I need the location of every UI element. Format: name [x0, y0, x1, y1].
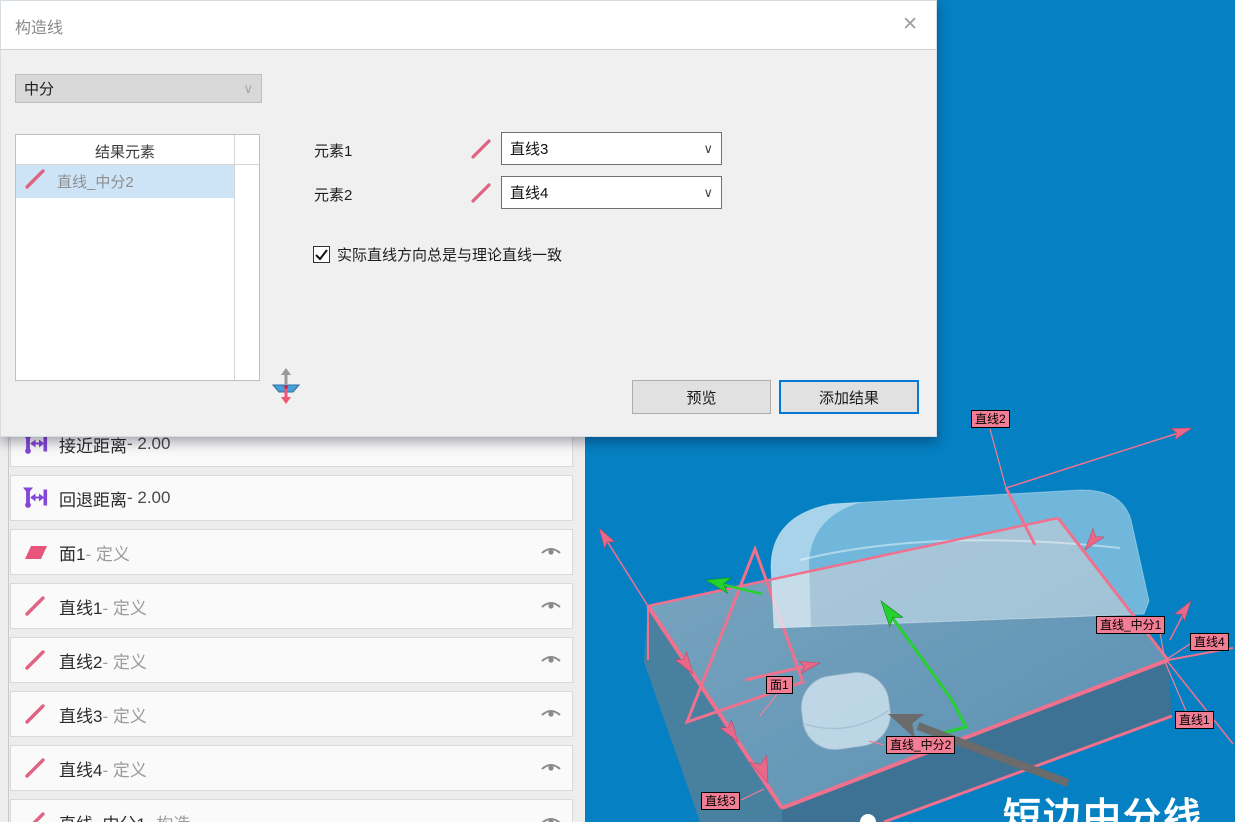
- feature-tag-label[interactable]: 直线1: [1175, 711, 1214, 729]
- element2-label: 元素2: [314, 184, 352, 205]
- feature-row[interactable]: 直线2 - 定义: [10, 637, 573, 683]
- result-list[interactable]: 结果元素 直线_中分2: [15, 134, 260, 381]
- retract-distance-icon: [23, 487, 49, 509]
- feature-name: 直线3: [59, 702, 102, 727]
- element1-label: 元素1: [314, 140, 352, 161]
- feature-name: 回退距离: [59, 486, 127, 511]
- result-list-header-label: 结果元素: [16, 141, 234, 162]
- eye-icon[interactable]: [540, 706, 562, 722]
- element2-dropdown[interactable]: 直线4 ∨: [501, 176, 722, 209]
- feature-tag-label[interactable]: 直线3: [701, 792, 740, 810]
- result-list-item[interactable]: 直线_中分2: [16, 165, 234, 198]
- feature-name: 直线4: [59, 756, 102, 781]
- feature-suffix: - 2.00: [127, 488, 170, 508]
- feature-tag-label[interactable]: 直线4: [1190, 633, 1229, 651]
- feature-suffix: - 构造: [146, 810, 190, 822]
- chevron-down-icon: ∨: [703, 185, 713, 201]
- feature-tag-label[interactable]: 直线_中分1: [1096, 616, 1165, 634]
- feature-tag-label[interactable]: 直线2: [971, 410, 1010, 428]
- chevron-down-icon: ∨: [703, 141, 713, 157]
- result-item-label: 直线_中分2: [57, 171, 134, 192]
- flip-direction-icon[interactable]: [270, 367, 302, 405]
- app-window: 接近距离 - 2.00回退距离 - 2.00面1 - 定义直线1 - 定义直线2…: [0, 0, 1235, 822]
- dialog-title: 构造线: [15, 14, 63, 38]
- element2-value: 直线4: [510, 182, 548, 203]
- feature-suffix: - 定义: [85, 540, 129, 565]
- check-icon: [315, 248, 328, 261]
- result-list-header: 结果元素: [16, 135, 259, 165]
- close-icon[interactable]: ✕: [902, 13, 918, 36]
- feature-row[interactable]: 直线1 - 定义: [10, 583, 573, 629]
- feature-suffix: - 定义: [102, 594, 146, 619]
- method-dropdown-value: 中分: [24, 78, 54, 99]
- direction-checkbox-row: 实际直线方向总是与理论直线一致: [313, 244, 562, 265]
- feature-row[interactable]: 回退距离 - 2.00: [10, 475, 573, 521]
- line-icon: [23, 168, 49, 195]
- feature-suffix: - 定义: [102, 756, 146, 781]
- preview-button[interactable]: 预览: [632, 380, 771, 414]
- line-icon: [23, 703, 49, 725]
- element1-value: 直线3: [510, 138, 548, 159]
- eye-icon[interactable]: [540, 652, 562, 668]
- construct-line-dialog: 构造线 ✕ 中分 ∨ 结果元素 直线_中分2 元素1 直线3 ∨ 元素2 直线4: [0, 0, 937, 437]
- eye-icon[interactable]: [540, 760, 562, 776]
- line-icon: [23, 811, 49, 822]
- line-icon: [469, 137, 493, 161]
- feature-name: 直线1: [59, 594, 102, 619]
- feature-row[interactable]: 直线4 - 定义: [10, 745, 573, 791]
- method-dropdown[interactable]: 中分 ∨: [15, 74, 262, 103]
- feature-suffix: - 定义: [102, 648, 146, 673]
- direction-checkbox[interactable]: [313, 246, 330, 263]
- viewport-caption: 短边中分线: [1003, 786, 1203, 822]
- feature-tag-label[interactable]: 直线_中分2: [886, 736, 955, 754]
- eye-icon[interactable]: [540, 814, 562, 822]
- feature-row[interactable]: 面1 - 定义: [10, 529, 573, 575]
- feature-suffix: - 2.00: [127, 434, 170, 454]
- channel-bar: [771, 490, 1149, 628]
- feature-name: 直线_中分1: [59, 810, 146, 822]
- line-icon: [23, 649, 49, 671]
- chevron-down-icon: ∨: [243, 81, 253, 97]
- eye-icon[interactable]: [540, 544, 562, 560]
- feature-row[interactable]: 直线_中分1 - 构造: [10, 799, 573, 822]
- plane-icon: [23, 541, 49, 563]
- element1-dropdown[interactable]: 直线3 ∨: [501, 132, 722, 165]
- eye-icon[interactable]: [540, 598, 562, 614]
- result-list-column-divider: [234, 135, 235, 380]
- feature-tag-label[interactable]: 面1: [766, 676, 793, 694]
- line-icon: [469, 181, 493, 205]
- direction-checkbox-label: 实际直线方向总是与理论直线一致: [337, 244, 562, 265]
- line-icon: [23, 595, 49, 617]
- dialog-titlebar[interactable]: 构造线 ✕: [1, 1, 936, 50]
- feature-name: 直线2: [59, 648, 102, 673]
- feature-row[interactable]: 直线3 - 定义: [10, 691, 573, 737]
- feature-suffix: - 定义: [102, 702, 146, 727]
- line-icon: [23, 757, 49, 779]
- add-result-button[interactable]: 添加结果: [779, 380, 919, 414]
- feature-name: 面1: [59, 540, 85, 565]
